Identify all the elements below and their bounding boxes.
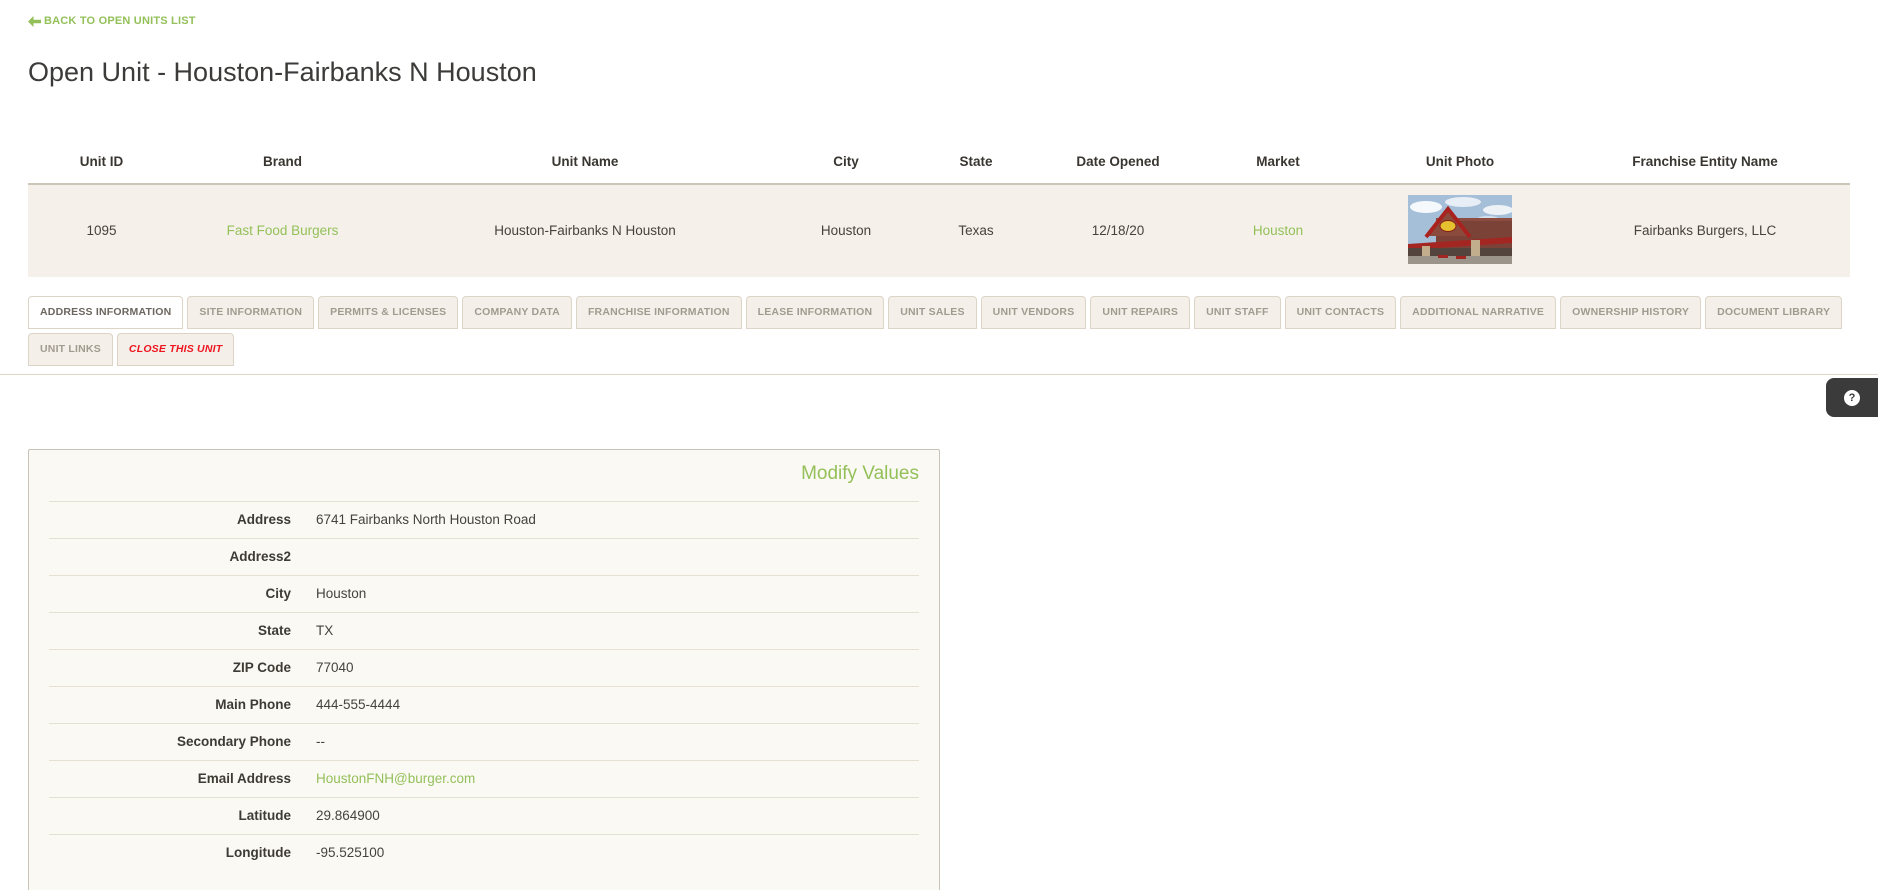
field-label: Secondary Phone [49, 734, 291, 749]
cell-state: Texas [912, 184, 1040, 277]
field-row-city: City Houston [49, 575, 919, 612]
field-value: -- [291, 734, 325, 749]
tab-unit-contacts[interactable]: UNIT CONTACTS [1285, 296, 1397, 329]
divider [0, 374, 1878, 375]
brand-link[interactable]: Fast Food Burgers [227, 223, 339, 238]
col-header-unit-name: Unit Name [390, 135, 780, 184]
tab-address-information[interactable]: ADDRESS INFORMATION [28, 296, 183, 329]
back-to-open-units-link[interactable]: BACK TO OPEN UNITS LIST [28, 0, 196, 27]
field-value: -95.525100 [291, 845, 384, 860]
col-header-state: State [912, 135, 1040, 184]
field-value: 77040 [291, 660, 354, 675]
field-label: Longitude [49, 845, 291, 860]
page-title: Open Unit - Houston-Fairbanks N Houston [28, 57, 1850, 88]
email-link[interactable]: HoustonFNH@burger.com [291, 771, 475, 786]
tab-close-this-unit[interactable]: CLOSE THIS UNIT [117, 333, 234, 366]
unit-photo[interactable] [1408, 195, 1512, 264]
field-label: Address [49, 512, 291, 527]
cell-unit-id: 1095 [28, 184, 175, 277]
field-row-email-address: Email Address HoustonFNH@burger.com [49, 760, 919, 797]
col-header-brand: Brand [175, 135, 390, 184]
field-value: 29.864900 [291, 808, 380, 823]
back-link-label: BACK TO OPEN UNITS LIST [44, 15, 196, 27]
field-label: Email Address [49, 771, 291, 786]
tab-document-library[interactable]: DOCUMENT LIBRARY [1705, 296, 1842, 329]
field-value: TX [291, 623, 333, 638]
unit-table-row: 1095 Fast Food Burgers Houston-Fairbanks… [28, 184, 1850, 277]
tab-permits-licenses[interactable]: PERMITS & LICENSES [318, 296, 458, 329]
cell-franchise-entity-name: Fairbanks Burgers, LLC [1560, 184, 1850, 277]
unit-summary-table: Unit ID Brand Unit Name City State Date … [28, 135, 1850, 277]
tab-company-data[interactable]: COMPANY DATA [462, 296, 572, 329]
field-row-longitude: Longitude -95.525100 [49, 834, 919, 871]
unit-table-header-row: Unit ID Brand Unit Name City State Date … [28, 135, 1850, 184]
field-value: 444-555-4444 [291, 697, 400, 712]
cell-unit-name: Houston-Fairbanks N Houston [390, 184, 780, 277]
tab-unit-repairs[interactable]: UNIT REPAIRS [1090, 296, 1190, 329]
field-row-state: State TX [49, 612, 919, 649]
field-row-address: Address 6741 Fairbanks North Houston Roa… [49, 501, 919, 538]
tab-unit-vendors[interactable]: UNIT VENDORS [981, 296, 1087, 329]
help-button[interactable]: ? [1826, 378, 1878, 417]
open-unit-page: BACK TO OPEN UNITS LIST Open Unit - Hous… [0, 0, 1878, 890]
col-header-franchise-entity-name: Franchise Entity Name [1560, 135, 1850, 184]
tab-unit-sales[interactable]: UNIT SALES [888, 296, 976, 329]
tab-unit-links[interactable]: UNIT LINKS [28, 333, 113, 366]
field-row-address2: Address2 [49, 538, 919, 575]
field-label: City [49, 586, 291, 601]
field-value: 6741 Fairbanks North Houston Road [291, 512, 536, 527]
field-label: State [49, 623, 291, 638]
tab-additional-narrative[interactable]: ADDITIONAL NARRATIVE [1400, 296, 1556, 329]
field-value: Houston [291, 586, 366, 601]
cell-date-opened: 12/18/20 [1040, 184, 1196, 277]
field-label: Latitude [49, 808, 291, 823]
tab-franchise-information[interactable]: FRANCHISE INFORMATION [576, 296, 742, 329]
field-row-main-phone: Main Phone 444-555-4444 [49, 686, 919, 723]
col-header-unit-id: Unit ID [28, 135, 175, 184]
field-row-secondary-phone: Secondary Phone -- [49, 723, 919, 760]
tab-unit-staff[interactable]: UNIT STAFF [1194, 296, 1280, 329]
tab-site-information[interactable]: SITE INFORMATION [187, 296, 314, 329]
modify-values-link[interactable]: Modify Values [801, 463, 919, 484]
unit-tabs: ADDRESS INFORMATION SITE INFORMATION PER… [28, 296, 1850, 366]
col-header-unit-photo: Unit Photo [1360, 135, 1560, 184]
field-row-latitude: Latitude 29.864900 [49, 797, 919, 834]
tab-lease-information[interactable]: LEASE INFORMATION [746, 296, 885, 329]
field-row-zip-code: ZIP Code 77040 [49, 649, 919, 686]
address-information-panel: Modify Values Address 6741 Fairbanks Nor… [28, 449, 940, 890]
question-mark-icon: ? [1844, 390, 1860, 406]
col-header-date-opened: Date Opened [1040, 135, 1196, 184]
field-label: Main Phone [49, 697, 291, 712]
col-header-market: Market [1196, 135, 1360, 184]
col-header-city: City [780, 135, 912, 184]
cell-city: Houston [780, 184, 912, 277]
field-label: ZIP Code [49, 660, 291, 675]
field-label: Address2 [49, 549, 291, 564]
market-link[interactable]: Houston [1253, 223, 1303, 238]
left-arrow-icon [28, 16, 41, 27]
tab-ownership-history[interactable]: OWNERSHIP HISTORY [1560, 296, 1701, 329]
